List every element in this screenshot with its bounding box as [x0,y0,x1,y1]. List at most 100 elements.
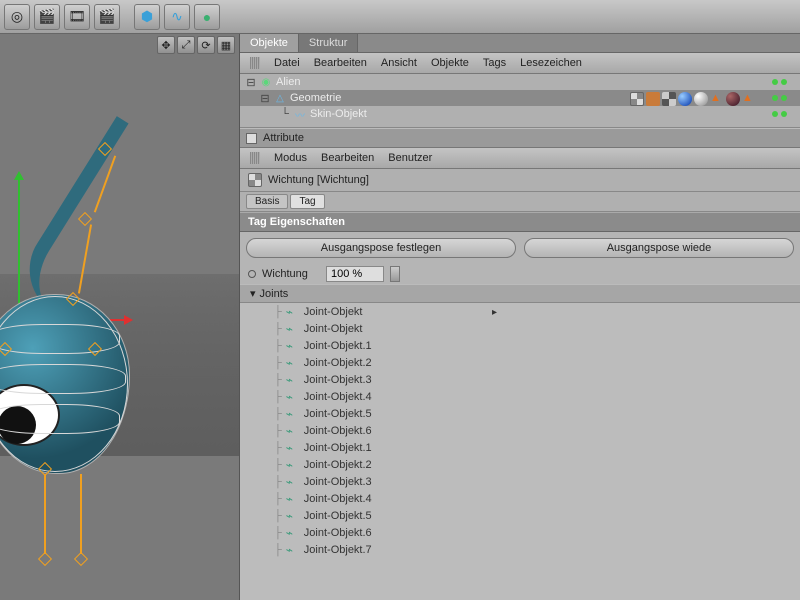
cube2-icon[interactable]: ⬢ [134,4,160,30]
joint-row[interactable]: ├⌁Joint-Objekt.1 [240,439,800,456]
weight-input[interactable] [326,266,384,282]
joint-row[interactable]: ├⌁Joint-Objekt.7 [240,541,800,558]
joint-row[interactable]: ├⌁Joint-Objekt.3 [240,371,800,388]
attribute-label: Attribute [263,132,304,144]
menu-edit2[interactable]: Bearbeiten [321,152,374,164]
joint-row[interactable]: ├⌁Joint-Objekt.2 [240,456,800,473]
joint-name[interactable]: Joint-Objekt.5 [304,408,372,420]
joint-row[interactable]: ├⌁Joint-Objekt.2 [240,354,800,371]
weight-tag-icon [248,173,262,187]
tag-sphere-white-icon[interactable] [694,92,708,106]
tag-warning2-icon[interactable]: ▲ [742,92,756,106]
chevron-down-icon[interactable]: ▾ [250,287,256,300]
cube-icon[interactable]: ◎ [4,4,30,30]
menu-objects[interactable]: Objekte [431,57,469,69]
tag-warning-icon[interactable]: ▲ [710,92,724,106]
weight-spinner[interactable] [390,266,400,282]
disclosure-icon[interactable]: ⊟ [246,76,256,89]
joint-row[interactable]: ├⌁Joint-Objekt.6 [240,422,800,439]
expand-caret-icon[interactable]: ▸ [492,307,497,318]
viewport-move-icon[interactable]: ✥ [157,36,175,54]
tree-branch-icon: ├ [274,357,282,369]
reset-bind-pose-button[interactable]: Ausgangspose wiede [524,238,794,258]
main-toolbar: ◎ 🎬 🎞 🎬 ⬢ ∿ ● [0,0,800,34]
viewport-rotate-icon[interactable]: ⟳ [197,36,215,54]
joint-name[interactable]: Joint-Objekt.3 [304,374,372,386]
clapper-icon[interactable]: 🎬 [34,4,60,30]
polygon-icon: △ [273,91,287,105]
viewport-zoom-icon[interactable]: ⤢ [177,36,195,54]
joint-name[interactable]: Joint-Objekt.2 [304,459,372,471]
joint-name[interactable]: Joint-Objekt.5 [304,510,372,522]
subtab-tag[interactable]: Tag [290,194,324,209]
joint-icon: ⌁ [286,305,300,319]
menu-view[interactable]: Ansicht [381,57,417,69]
sphere-icon[interactable]: ● [194,4,220,30]
object-name[interactable]: Alien [276,76,300,88]
viewport-maximize-icon[interactable]: ▦ [217,36,235,54]
subtab-basis[interactable]: Basis [246,194,288,209]
joint-name[interactable]: Joint-Objekt.4 [304,493,372,505]
joint-name[interactable]: Joint-Objekt.6 [304,425,372,437]
menu-bookmarks[interactable]: Lesezeichen [520,57,582,69]
link-icon[interactable]: ∿ [164,4,190,30]
menu-user[interactable]: Benutzer [388,152,432,164]
joint-name[interactable]: Joint-Objekt.2 [304,357,372,369]
object-name[interactable]: Geometrie [290,92,341,104]
skin-icon: 〰 [293,107,307,121]
tag-sphere-blue-icon[interactable] [678,92,692,106]
joint-icon: ⌁ [286,526,300,540]
menu-tags[interactable]: Tags [483,57,506,69]
attribute-subtabs: Basis Tag [240,192,800,212]
attribute-title-row: Wichtung [Wichtung] [240,169,800,192]
joint-name[interactable]: Joint-Objekt.1 [304,340,372,352]
menu-mode[interactable]: Modus [274,152,307,164]
tag-texture-icon[interactable] [646,92,660,106]
joint-icon: ⌁ [286,475,300,489]
alien-mesh [0,84,200,600]
joint-name[interactable]: Joint-Objekt [304,306,363,318]
joints-list[interactable]: ▸ ├⌁Joint-Objekt├⌁Joint-Objekt├⌁Joint-Ob… [240,303,800,600]
hierarchy-row-skin[interactable]: └ 〰 Skin-Objekt [240,106,800,122]
tag-sphere-dark-icon[interactable] [726,92,740,106]
joint-row[interactable]: ├⌁Joint-Objekt [240,320,800,337]
set-bind-pose-button[interactable]: Ausgangspose festlegen [246,238,516,258]
tag-weight-icon[interactable] [630,92,644,106]
objects-menubar: Datei Bearbeiten Ansicht Objekte Tags Le… [240,53,800,74]
joint-name[interactable]: Joint-Objekt.1 [304,442,372,454]
joint-row[interactable]: ├⌁Joint-Objekt.5 [240,507,800,524]
joint-name[interactable]: Joint-Objekt.4 [304,391,372,403]
joint-name[interactable]: Joint-Objekt [304,323,363,335]
joint-row[interactable]: ├⌁Joint-Objekt.1 [240,337,800,354]
object-hierarchy[interactable]: ⊟ ◉ Alien ⊟ △ Geometrie └ 〰 Skin-Objekt [240,74,800,128]
attribute-toggle[interactable] [246,133,257,144]
object-name[interactable]: Skin-Objekt [310,108,367,120]
joint-row[interactable]: ├⌁Joint-Objekt.4 [240,490,800,507]
joint-icon: ⌁ [286,390,300,404]
joint-row[interactable]: ├⌁Joint-Objekt.4 [240,388,800,405]
grip-icon [250,57,260,69]
tab-structure[interactable]: Struktur [299,34,359,52]
section-tag-properties: Tag Eigenschaften [240,212,800,232]
tree-branch-icon: ├ [274,340,282,352]
joint-name[interactable]: Joint-Objekt.7 [304,544,372,556]
joint-name[interactable]: Joint-Objekt.6 [304,527,372,539]
joint-row[interactable]: ├⌁Joint-Objekt.6 [240,524,800,541]
hierarchy-row-alien[interactable]: ⊟ ◉ Alien [240,74,800,90]
joint-row[interactable]: ├⌁Joint-Objekt.3 [240,473,800,490]
menu-file[interactable]: Datei [274,57,300,69]
tab-objects[interactable]: Objekte [240,34,299,52]
joint-icon: ⌁ [286,458,300,472]
joints-label: Joints [260,288,289,300]
joint-row[interactable]: ├⌁Joint-Objekt.5 [240,405,800,422]
joints-header[interactable]: ▾ Joints [240,284,800,303]
joint-name[interactable]: Joint-Objekt.3 [304,476,372,488]
joint-icon: ⌁ [286,441,300,455]
disclosure-icon[interactable]: ⊟ [260,92,270,105]
clapper2-icon[interactable]: 🎬 [94,4,120,30]
film-icon[interactable]: 🎞 [64,4,90,30]
joint-row[interactable]: ├⌁Joint-Objekt [240,303,800,320]
3d-viewport[interactable]: ✥ ⤢ ⟳ ▦ [0,34,240,600]
menu-edit[interactable]: Bearbeiten [314,57,367,69]
tag-checker-icon[interactable] [662,92,676,106]
